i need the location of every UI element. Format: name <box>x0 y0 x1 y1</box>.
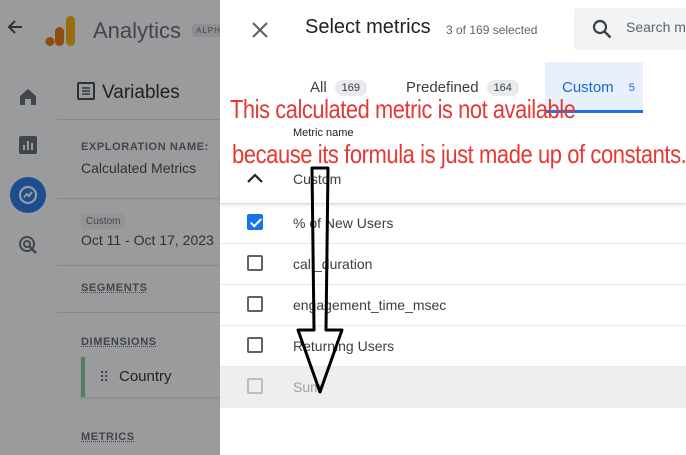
search-input[interactable] <box>626 19 686 35</box>
close-icon[interactable] <box>250 20 270 40</box>
search-box[interactable] <box>574 8 686 50</box>
column-header: Metric name <box>293 127 354 139</box>
checkbox[interactable] <box>247 296 263 312</box>
search-icon <box>592 19 612 39</box>
selected-count: 3 of 169 selected <box>446 23 538 37</box>
checkbox-disabled <box>247 378 263 394</box>
checkbox[interactable] <box>247 255 263 271</box>
tab-count-badge: 5 <box>628 82 635 94</box>
chevron-up-icon[interactable] <box>246 171 264 185</box>
dialog-title: Select metrics <box>305 16 431 38</box>
annotation-text-line1: This calculated metric is not available <box>230 94 576 124</box>
annotation-arrow-icon <box>296 166 344 394</box>
modal-scrim[interactable] <box>0 0 220 455</box>
checkbox[interactable] <box>247 337 263 353</box>
checkbox-checked[interactable] <box>247 214 263 230</box>
